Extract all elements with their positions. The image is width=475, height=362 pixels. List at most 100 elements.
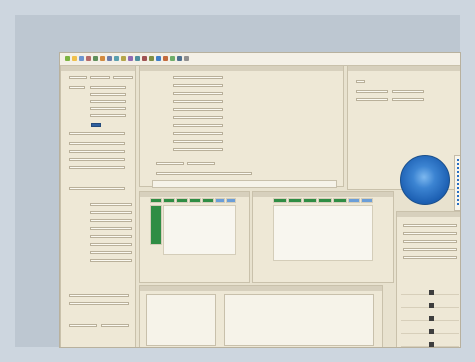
toolbar-icon-1[interactable] xyxy=(65,56,70,61)
left-bottom-row-2 xyxy=(69,302,129,305)
chart-filter-button[interactable] xyxy=(356,80,365,83)
right-detail-field-4[interactable] xyxy=(403,248,457,251)
toolbar-icon-10[interactable] xyxy=(128,56,133,61)
right-grid-header-1[interactable] xyxy=(273,198,287,203)
center-field-6[interactable] xyxy=(173,116,223,119)
grid-header-1[interactable] xyxy=(150,198,162,203)
toolbar-icon-16[interactable] xyxy=(170,56,175,61)
left-blue-button[interactable] xyxy=(91,123,101,127)
center-tab-1[interactable] xyxy=(156,162,184,165)
right-detail-field-2[interactable] xyxy=(403,232,457,235)
chart-filter-field-1[interactable] xyxy=(356,90,388,93)
center-field-8[interactable] xyxy=(173,132,223,135)
right-grid-header-7[interactable] xyxy=(361,198,373,203)
left-field-8[interactable] xyxy=(90,107,126,110)
center-form-title xyxy=(140,66,343,71)
right-list-row-3 xyxy=(401,316,459,321)
left-field-16[interactable] xyxy=(90,251,132,254)
right-list-row-2 xyxy=(401,303,459,308)
right-grid-header-6[interactable] xyxy=(348,198,360,203)
chart-filter-field-3[interactable] xyxy=(356,98,388,101)
toolbar-icon-18[interactable] xyxy=(184,56,189,61)
left-field-6[interactable] xyxy=(90,93,126,96)
left-panel-title xyxy=(61,66,135,71)
right-detail-field-1[interactable] xyxy=(403,224,457,227)
center-field-1[interactable] xyxy=(173,76,223,79)
left-field-13[interactable] xyxy=(90,227,132,230)
left-bottom-field-2[interactable] xyxy=(101,324,129,327)
center-form-panel xyxy=(139,65,344,188)
left-field-7[interactable] xyxy=(90,100,126,103)
toolbar-icon-6[interactable] xyxy=(100,56,105,61)
right-detail-field-5[interactable] xyxy=(403,256,457,259)
toolbar-icon-8[interactable] xyxy=(114,56,119,61)
left-field-3[interactable] xyxy=(113,76,133,79)
toolbar-icon-11[interactable] xyxy=(135,56,140,61)
grid-header-5[interactable] xyxy=(202,198,214,203)
toolbar-icon-3[interactable] xyxy=(79,56,84,61)
grid-header-7[interactable] xyxy=(226,198,236,203)
right-grid-panel xyxy=(252,191,394,283)
legend-row-12 xyxy=(457,202,460,206)
toolbar-icon-5[interactable] xyxy=(93,56,98,61)
center-note-row xyxy=(156,172,252,175)
right-detail-field-3[interactable] xyxy=(403,240,457,243)
right-grid-header-2[interactable] xyxy=(288,198,302,203)
left-list-row-2 xyxy=(69,150,125,153)
toolbar-icon-15[interactable] xyxy=(163,56,168,61)
right-grid-header-3[interactable] xyxy=(303,198,317,203)
left-field-11[interactable] xyxy=(90,211,132,214)
center-field-5[interactable] xyxy=(173,108,223,111)
left-field-9[interactable] xyxy=(90,114,126,117)
grid-header-3[interactable] xyxy=(176,198,188,203)
center-field-3[interactable] xyxy=(173,92,223,95)
bottom-table-left xyxy=(146,294,216,346)
toolbar-icon-2[interactable] xyxy=(72,56,77,61)
grid-selection-column[interactable] xyxy=(150,205,162,245)
right-list-row-5 xyxy=(401,342,459,347)
chart-legend xyxy=(454,155,460,211)
center-field-4[interactable] xyxy=(173,100,223,103)
toolbar-icon-12[interactable] xyxy=(142,56,147,61)
right-detail-title xyxy=(397,212,460,217)
chart-filter-field-4[interactable] xyxy=(392,98,424,101)
grid-header-2[interactable] xyxy=(163,198,175,203)
grid-data-area xyxy=(163,205,236,255)
toolbar-icon-17[interactable] xyxy=(177,56,182,61)
toolbar-icon-7[interactable] xyxy=(107,56,112,61)
toolbar-icon-13[interactable] xyxy=(149,56,154,61)
bottom-table-title xyxy=(140,286,382,291)
left-field-2[interactable] xyxy=(90,76,110,79)
right-grid-data-area xyxy=(273,205,373,261)
chart-filter-field-2[interactable] xyxy=(392,90,424,93)
left-navigation-panel xyxy=(60,65,136,347)
center-field-7[interactable] xyxy=(173,124,223,127)
left-field-12[interactable] xyxy=(90,219,132,222)
left-field-15[interactable] xyxy=(90,243,132,246)
right-grid-header-5[interactable] xyxy=(333,198,347,203)
left-field-4[interactable] xyxy=(69,86,85,89)
left-bottom-field-1[interactable] xyxy=(69,324,97,327)
left-field-1[interactable] xyxy=(69,76,87,79)
toolbar-icon-14[interactable] xyxy=(156,56,161,61)
left-field-17[interactable] xyxy=(90,259,132,262)
left-list-row-3 xyxy=(69,158,125,161)
chart-panel-title xyxy=(348,66,460,71)
left-list-row-1 xyxy=(69,142,125,145)
screenshot-frame xyxy=(15,15,461,348)
right-list-row-4 xyxy=(401,329,459,334)
grid-header-6[interactable] xyxy=(215,198,225,203)
toolbar-icon-9[interactable] xyxy=(121,56,126,61)
left-field-5[interactable] xyxy=(90,86,126,89)
center-field-2[interactable] xyxy=(173,84,223,87)
grid-header-4[interactable] xyxy=(189,198,201,203)
left-list-row-4 xyxy=(69,166,125,169)
center-tab-2[interactable] xyxy=(187,162,215,165)
toolbar-icon-4[interactable] xyxy=(86,56,91,61)
left-field-14[interactable] xyxy=(90,235,132,238)
center-field-9[interactable] xyxy=(173,140,223,143)
left-grid-title xyxy=(140,192,249,197)
right-grid-header-4[interactable] xyxy=(318,198,332,203)
left-field-10[interactable] xyxy=(90,203,132,206)
center-field-10[interactable] xyxy=(173,148,223,151)
